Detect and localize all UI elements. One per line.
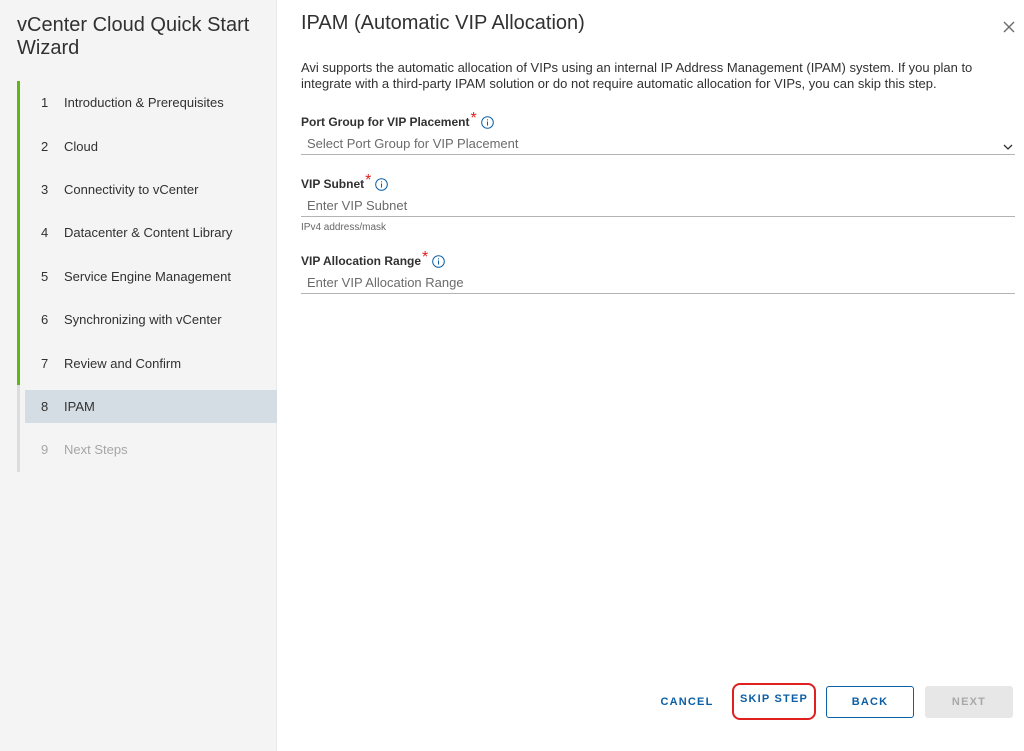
- close-icon[interactable]: [1002, 20, 1016, 34]
- step-synchronizing[interactable]: 6 Synchronizing with vCenter: [17, 297, 277, 342]
- vip-subnet-helper: IPv4 address/mask: [301, 222, 387, 233]
- vip-range-input[interactable]: [301, 272, 1015, 293]
- step-description: Avi supports the automatic allocation of…: [301, 60, 973, 91]
- cancel-button[interactable]: CANCEL: [651, 686, 723, 718]
- chevron-down-icon: [1003, 139, 1013, 150]
- step-number: 9: [41, 442, 49, 458]
- step-number: 1: [41, 95, 49, 111]
- step-service-engine[interactable]: 5 Service Engine Management: [17, 254, 277, 298]
- vip-subnet-field: VIP Subnet * IPv4 address/mask: [301, 172, 1015, 233]
- skip-step-button[interactable]: SKIP STEP: [732, 683, 816, 720]
- vip-subnet-input[interactable]: [301, 195, 1015, 216]
- step-number: 7: [41, 355, 49, 371]
- info-icon[interactable]: [480, 115, 494, 129]
- step-label: Next Steps: [64, 442, 128, 458]
- step-number: 2: [41, 138, 49, 154]
- step-connectivity[interactable]: 3 Connectivity to vCenter: [17, 167, 277, 212]
- wizard-title: vCenter Cloud Quick Start Wizard: [17, 14, 250, 59]
- step-label: Introduction & Prerequisites: [64, 95, 224, 111]
- port-group-select[interactable]: Select Port Group for VIP Placement: [301, 133, 1015, 155]
- step-label: Synchronizing with vCenter: [64, 312, 222, 328]
- active-step-highlight: [25, 389, 277, 424]
- step-cloud[interactable]: 2 Cloud: [17, 124, 277, 168]
- vip-range-label: VIP Allocation Range *: [301, 249, 1015, 269]
- required-asterisk: *: [470, 110, 477, 127]
- step-label: Datacenter & Content Library: [64, 225, 233, 241]
- vip-range-input-wrapper: [301, 272, 1015, 294]
- step-label: Review and Confirm: [64, 355, 182, 371]
- step-label: Connectivity to vCenter: [64, 181, 199, 197]
- vip-range-field: VIP Allocation Range *: [301, 249, 1015, 294]
- step-number: 5: [41, 268, 49, 284]
- wizard-steps: 1 Introduction & Prerequisites 2 Cloud 3…: [17, 81, 277, 472]
- step-number: 6: [41, 312, 49, 328]
- step-number: 3: [41, 181, 49, 197]
- step-review[interactable]: 7 Review and Confirm: [17, 341, 277, 385]
- info-icon[interactable]: [432, 254, 446, 268]
- step-label: Service Engine Management: [64, 268, 231, 284]
- required-asterisk: *: [422, 249, 429, 266]
- vip-subnet-label: VIP Subnet *: [301, 172, 1015, 192]
- step-datacenter[interactable]: 4 Datacenter & Content Library: [17, 211, 277, 255]
- info-icon[interactable]: [375, 177, 389, 191]
- port-group-label: Port Group for VIP Placement *: [301, 110, 1015, 130]
- port-group-field: Port Group for VIP Placement * Select Po…: [301, 110, 1015, 155]
- wizard-sidebar: vCenter Cloud Quick Start Wizard 1 Intro…: [0, 0, 277, 751]
- vip-subnet-input-wrapper: [301, 195, 1015, 217]
- step-number: 4: [41, 225, 49, 241]
- step-next-steps[interactable]: 9 Next Steps: [17, 428, 277, 472]
- next-button[interactable]: NEXT: [925, 686, 1013, 718]
- step-introduction[interactable]: 1 Introduction & Prerequisites: [17, 81, 277, 125]
- page-title: IPAM (Automatic VIP Allocation): [301, 12, 585, 34]
- port-group-placeholder: Select Port Group for VIP Placement: [307, 136, 519, 151]
- step-ipam[interactable]: 8 IPAM: [17, 384, 277, 429]
- wizard-content: IPAM (Automatic VIP Allocation) Avi supp…: [277, 0, 1024, 751]
- step-number: 8: [41, 398, 49, 414]
- step-label: IPAM: [64, 398, 95, 414]
- required-asterisk: *: [365, 172, 372, 189]
- step-label: Cloud: [64, 138, 98, 154]
- back-button[interactable]: BACK: [826, 686, 914, 718]
